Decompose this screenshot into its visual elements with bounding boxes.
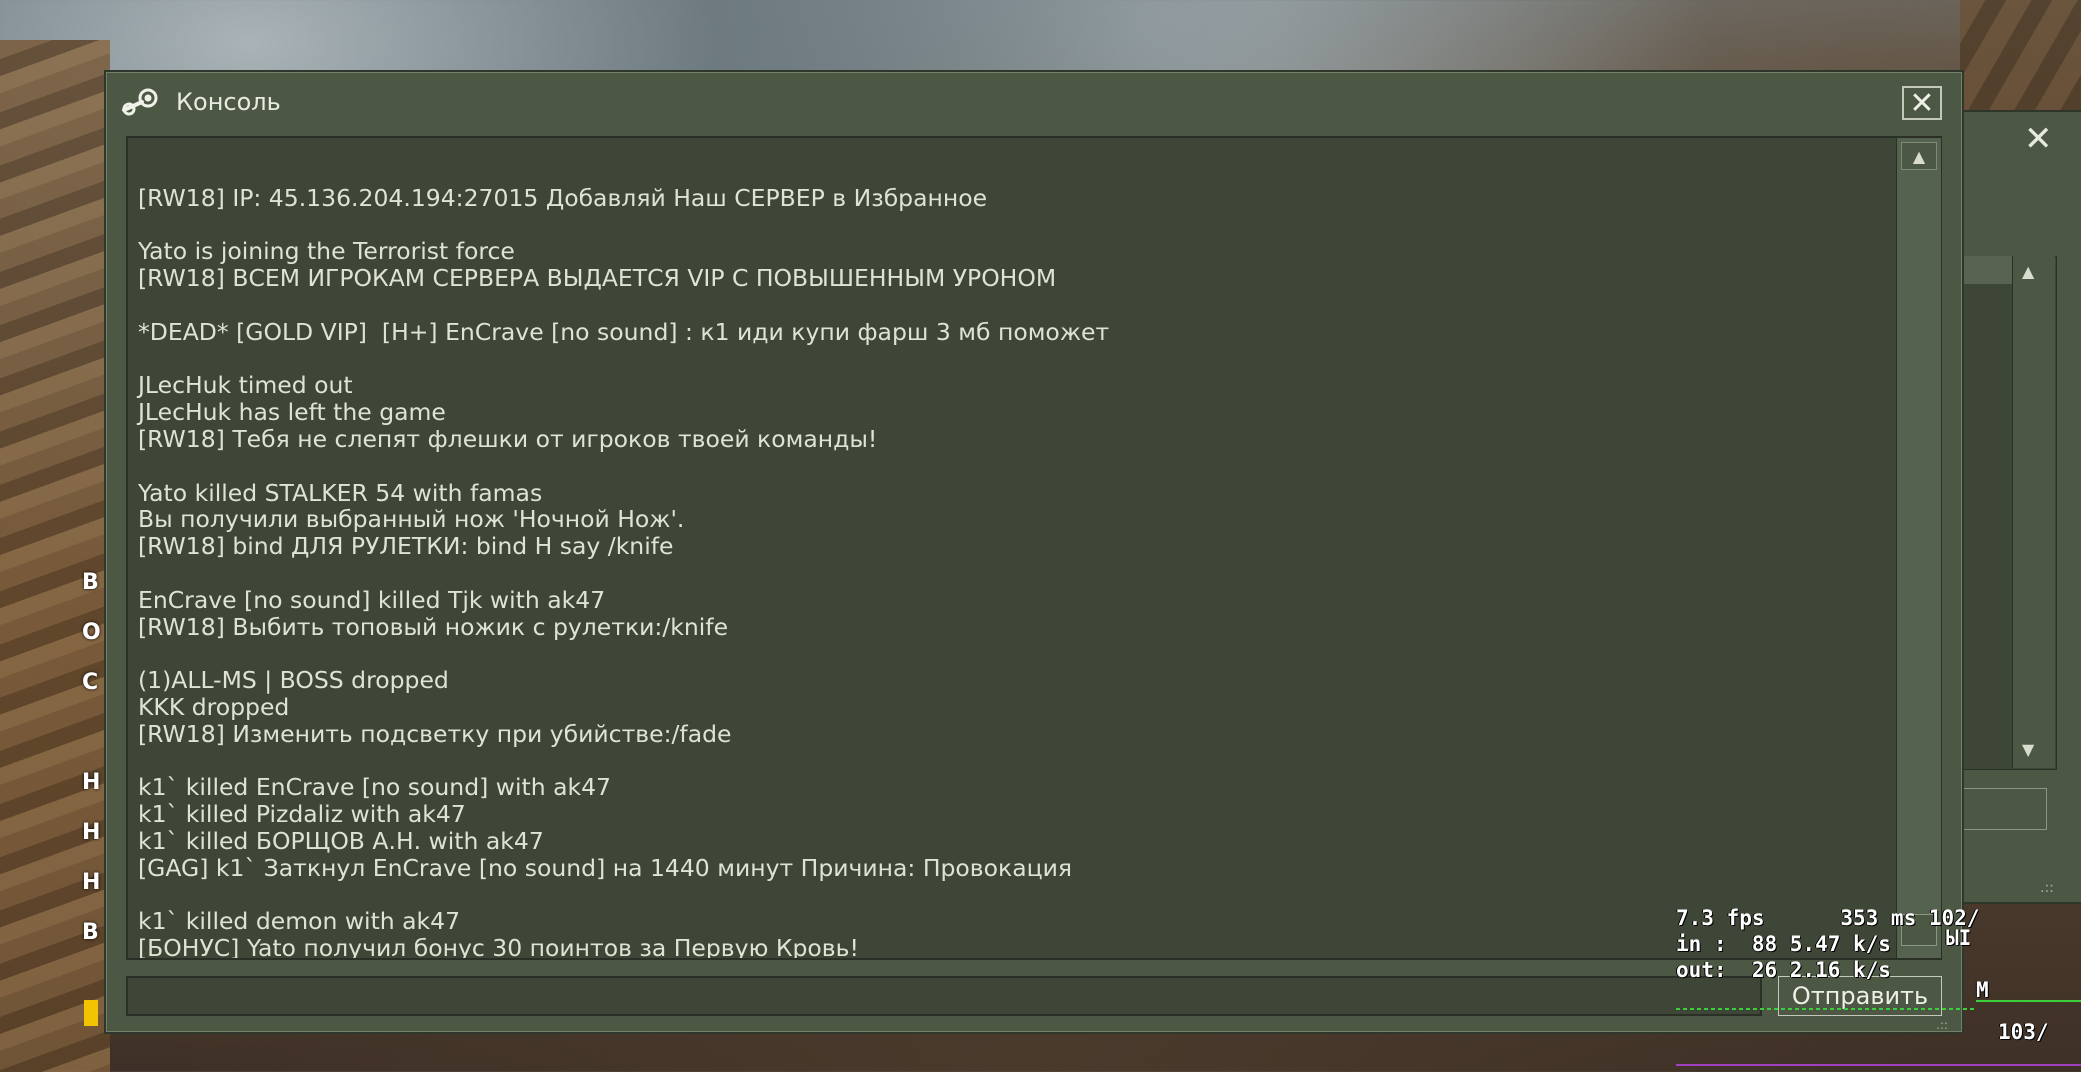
console-log-line: Yato is joining the Terrorist force <box>138 237 515 266</box>
background-window-button[interactable] <box>1955 788 2047 830</box>
hud-letter: О <box>82 620 101 645</box>
net-graph-fps: 7.3 fps 353 ms 102/ <box>1676 906 1980 930</box>
net-graph-out: out: 26 2.16 k/s <box>1676 958 1891 982</box>
console-log-line <box>138 453 1898 480</box>
background-resize-grip[interactable]: .:: <box>2040 880 2054 896</box>
background-window-scrollbar[interactable] <box>2012 256 2055 768</box>
console-log-line: EnCrave [no sound] killed Tjk with ak47 <box>138 585 606 614</box>
scroll-up-icon[interactable]: ▲ <box>1901 142 1937 170</box>
console-log-line: Вы получили выбранный нож 'Ночной Нож'. <box>138 505 685 534</box>
console-log-line <box>138 212 1898 239</box>
console-log-line <box>138 346 1898 373</box>
net-graph-fragment: M <box>1976 978 1989 1002</box>
hud-yellow-marker <box>84 1000 98 1026</box>
console-log-line <box>138 560 1898 587</box>
console-log-line: *DEAD* [GOLD VIP] [H+] EnCrave [no sound… <box>138 317 1110 346</box>
console-log-line: k1` killed EnCrave [no sound] with ak47 <box>138 773 611 802</box>
console-scrollbar[interactable]: ▲ <box>1896 138 1941 958</box>
console-log-line: [БОНУС] Yato получил бонус 30 поинтов за… <box>138 934 859 960</box>
console-log-line: (1)ALL-MS | BOSS dropped <box>138 666 449 695</box>
console-log-line: [RW18] IP: 45.136.204.194:27015 Добавляй… <box>138 183 988 212</box>
console-log-line: [RW18] bind ДЛЯ РУЛЕТКИ: bind H say /kni… <box>138 532 674 561</box>
console-log-line: [RW18] Изменить подсветку при убийстве:/… <box>138 719 732 748</box>
net-graph: 7.3 fps 353 ms 102/ in : 88 5.47 k/s out… <box>1676 904 2081 1072</box>
console-title-bar[interactable]: Консоль ✕ <box>106 72 1962 130</box>
console-log-line <box>138 292 1898 319</box>
console-log-line: JLecHuk timed out <box>138 371 353 400</box>
game-background-crate <box>0 40 110 1072</box>
console-window: Консоль ✕ [RW18] IP: 45.136.204.194:2701… <box>104 70 1964 1034</box>
net-graph-trace <box>1976 1000 2081 1002</box>
hud-letter: В <box>82 570 99 595</box>
console-log-lines: [RW18] IP: 45.136.204.194:27015 Добавляй… <box>138 158 1898 960</box>
console-log-line <box>138 748 1898 775</box>
hud-letter: Н <box>82 820 101 845</box>
console-title: Консоль <box>176 88 281 116</box>
console-log-line: [RW18] Выбить топовый ножик с рулетки:/k… <box>138 612 729 641</box>
hud-letter: В <box>82 920 99 945</box>
net-graph-in: in : 88 5.47 k/s <box>1676 932 1891 956</box>
net-graph-fragment: 103/ <box>1998 1020 2049 1044</box>
steam-logo-icon <box>122 88 158 116</box>
console-log-line <box>138 158 1898 185</box>
console-log-line: k1` killed Pizdaliz with ak47 <box>138 800 466 829</box>
background-scroll-up-icon[interactable]: ▲ <box>2022 262 2034 281</box>
console-log-line: k1` killed БОРЩОВ А.Н. with ak47 <box>138 826 544 855</box>
console-log-line: k1` killed demon with ak47 <box>138 907 461 936</box>
background-scroll-down-icon[interactable]: ▼ <box>2022 740 2034 759</box>
console-log-line: JLecHuk has left the game <box>138 398 446 427</box>
net-graph-trace <box>1676 1064 2081 1066</box>
console-log-line: [GAG] k1` Заткнул EnCrave [no sound] на … <box>138 853 1073 882</box>
console-log[interactable]: [RW18] IP: 45.136.204.194:27015 Добавляй… <box>126 136 1942 960</box>
console-log-line: [RW18] Тебя не слепят флешки от игроков … <box>138 424 878 453</box>
net-graph-fragment: ЫI <box>1946 926 1972 950</box>
command-input[interactable] <box>126 976 1762 1016</box>
console-log-line: KKK dropped <box>138 692 290 721</box>
hud-letter: Н <box>82 870 101 895</box>
hud-letter: С <box>82 670 99 695</box>
net-graph-trace <box>1676 1008 1976 1010</box>
background-window-close-icon[interactable]: ✕ <box>2024 122 2053 156</box>
close-button[interactable]: ✕ <box>1902 86 1942 120</box>
console-log-line: [RW18] ВСЕМ ИГРОКАМ СЕРВЕРА ВЫДАЕТСЯ VIP… <box>138 264 1057 293</box>
hud-letter: Н <box>82 770 101 795</box>
console-log-line <box>138 640 1898 667</box>
console-log-line: Yato killed STALKER 54 with famas <box>138 478 543 507</box>
console-log-line <box>138 882 1898 909</box>
